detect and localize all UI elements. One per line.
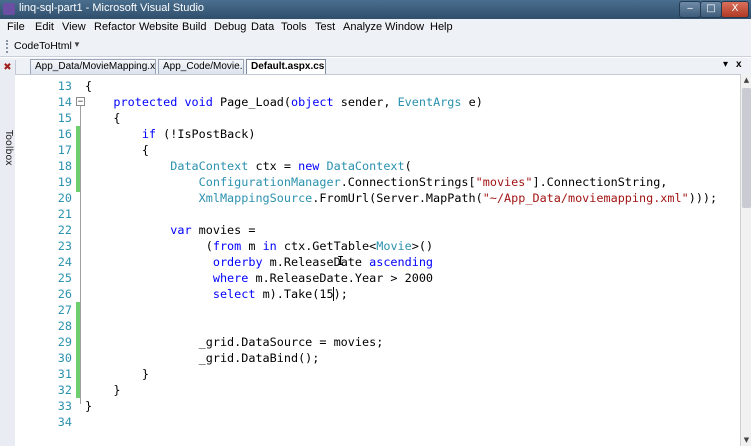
tab-movie-cs[interactable]: App_Code/Movie.cs — [158, 59, 244, 74]
scroll-up-icon[interactable]: ▲ — [741, 74, 751, 86]
maximize-button[interactable]: □ — [700, 1, 722, 18]
code-text: protected void Page_Load(object sender, … — [85, 95, 483, 109]
code-text: var movies = — [85, 223, 255, 237]
code-text: select m).Take(15); — [85, 287, 348, 301]
line-number: 33 — [57, 399, 72, 413]
code-text-content: DataContext ctx = new DataContext( — [170, 159, 412, 173]
menu-file[interactable]: File — [7, 21, 25, 33]
code-text-content: if (!IsPostBack) — [141, 127, 256, 141]
line-number: 25 — [57, 271, 72, 285]
code-text: _grid.DataSource = movies; — [85, 335, 384, 349]
toolbox-icon[interactable]: ✖ — [2, 62, 13, 73]
menu-help[interactable]: Help — [430, 21, 453, 33]
mouse-ibeam-icon: I — [337, 254, 345, 268]
code-text: ConfigurationManager.ConnectionStrings["… — [85, 175, 668, 189]
menu-tools[interactable]: Tools — [281, 21, 307, 33]
menu-window[interactable]: Window — [385, 21, 424, 33]
code-text-content: protected void Page_Load(object sender, … — [113, 95, 483, 109]
code-text: (from m in ctx.GetTable<Movie>() — [85, 239, 433, 253]
close-button[interactable]: X — [721, 1, 749, 18]
line-number: 34 — [57, 415, 72, 429]
minimize-button[interactable]: ‒ — [679, 1, 701, 18]
line-number: 13 — [57, 79, 72, 93]
codetohtml-button[interactable]: CodeToHtml — [14, 40, 72, 52]
tab-moviemapping-xml[interactable]: App_Data/MovieMapping.xml — [30, 59, 156, 74]
code-text: } — [85, 383, 121, 397]
menu-test[interactable]: Test — [315, 21, 335, 33]
code-text: } — [85, 399, 93, 413]
text-cursor — [333, 287, 334, 301]
code-editor[interactable]: − 13 { 14 protected void Page_Load(objec… — [15, 74, 740, 447]
code-text-content: select m).Take(15); — [212, 287, 348, 301]
menu-view[interactable]: View — [62, 21, 86, 33]
toolbar-dropdown-icon[interactable]: ▼ — [73, 40, 81, 49]
line-number: 18 — [57, 159, 72, 173]
toolbar: CodeToHtml ▼ — [0, 37, 751, 57]
title-bar: linq-sql-part1 - Microsoft Visual Studio… — [0, 0, 751, 19]
line-number: 20 — [57, 191, 72, 205]
code-text: _grid.DataBind(); — [85, 351, 320, 365]
menu-debug[interactable]: Debug — [214, 21, 246, 33]
window-title: linq-sql-part1 - Microsoft Visual Studio — [19, 2, 205, 14]
line-number: 30 — [57, 351, 72, 365]
line-number: 31 — [57, 367, 72, 381]
code-text: { — [85, 111, 121, 125]
code-text-content: XmlMappingSource.FromUrl(Server.MapPath(… — [198, 191, 718, 205]
code-text: { — [85, 79, 93, 93]
code-text: where m.ReleaseDate.Year > 2000 — [85, 271, 433, 285]
scrollbar-thumb[interactable] — [742, 88, 751, 208]
code-text: } — [85, 367, 149, 381]
code-text-content: var movies = — [170, 223, 256, 237]
code-text-content: ConfigurationManager.ConnectionStrings["… — [198, 175, 668, 189]
visual-studio-icon — [3, 3, 15, 15]
toolbox-label[interactable]: Toolbox — [1, 130, 14, 166]
menu-analyze[interactable]: Analyze — [343, 21, 382, 33]
line-number: 22 — [57, 223, 72, 237]
vertical-scrollbar[interactable]: ▲ ▼ — [740, 74, 751, 446]
menu-bar: File Edit View Refactor Website Build De… — [0, 19, 751, 38]
code-text: DataContext ctx = new DataContext( — [85, 159, 412, 173]
menu-website[interactable]: Website — [139, 21, 179, 33]
menu-build[interactable]: Build — [182, 21, 206, 33]
tab-dropdown-icon[interactable]: ▾ — [723, 59, 728, 70]
line-number: 24 — [57, 255, 72, 269]
code-text-content: orderby m.ReleaseDate ascending — [212, 255, 434, 269]
line-number: 27 — [57, 303, 72, 317]
outline-guide — [80, 104, 81, 404]
code-text-content: where m.ReleaseDate.Year > 2000 — [212, 271, 434, 285]
line-number: 28 — [57, 319, 72, 333]
code-text-content: (from m in ctx.GetTable<Movie>() — [85, 239, 434, 253]
line-number: 14 — [57, 95, 72, 109]
line-number: 15 — [57, 111, 72, 125]
tab-close-icon[interactable]: x — [736, 59, 742, 70]
menu-data[interactable]: Data — [251, 21, 274, 33]
line-number: 26 — [57, 287, 72, 301]
menu-edit[interactable]: Edit — [35, 21, 54, 33]
tab-default-aspx-cs[interactable]: Default.aspx.cs — [246, 59, 326, 74]
code-text: if (!IsPostBack) — [85, 127, 256, 141]
scroll-down-icon[interactable]: ▼ — [741, 434, 751, 446]
line-number: 29 — [57, 335, 72, 349]
code-text: XmlMappingSource.FromUrl(Server.MapPath(… — [85, 191, 718, 205]
toolbar-grip-icon[interactable] — [6, 40, 10, 53]
line-number: 19 — [57, 175, 72, 189]
line-number: 23 — [57, 239, 72, 253]
document-tab-strip: App_Data/MovieMapping.xml App_Code/Movie… — [0, 58, 751, 74]
line-number: 32 — [57, 383, 72, 397]
code-text: { — [85, 143, 149, 157]
menu-refactor[interactable]: Refactor — [94, 21, 136, 33]
line-number: 16 — [57, 127, 72, 141]
collapse-icon[interactable]: − — [76, 97, 85, 107]
line-number: 17 — [57, 143, 72, 157]
line-number: 21 — [57, 207, 72, 221]
toolbox-panel[interactable]: ✖ Toolbox — [0, 60, 16, 446]
code-text: orderby m.ReleaseDate ascending — [85, 255, 433, 269]
